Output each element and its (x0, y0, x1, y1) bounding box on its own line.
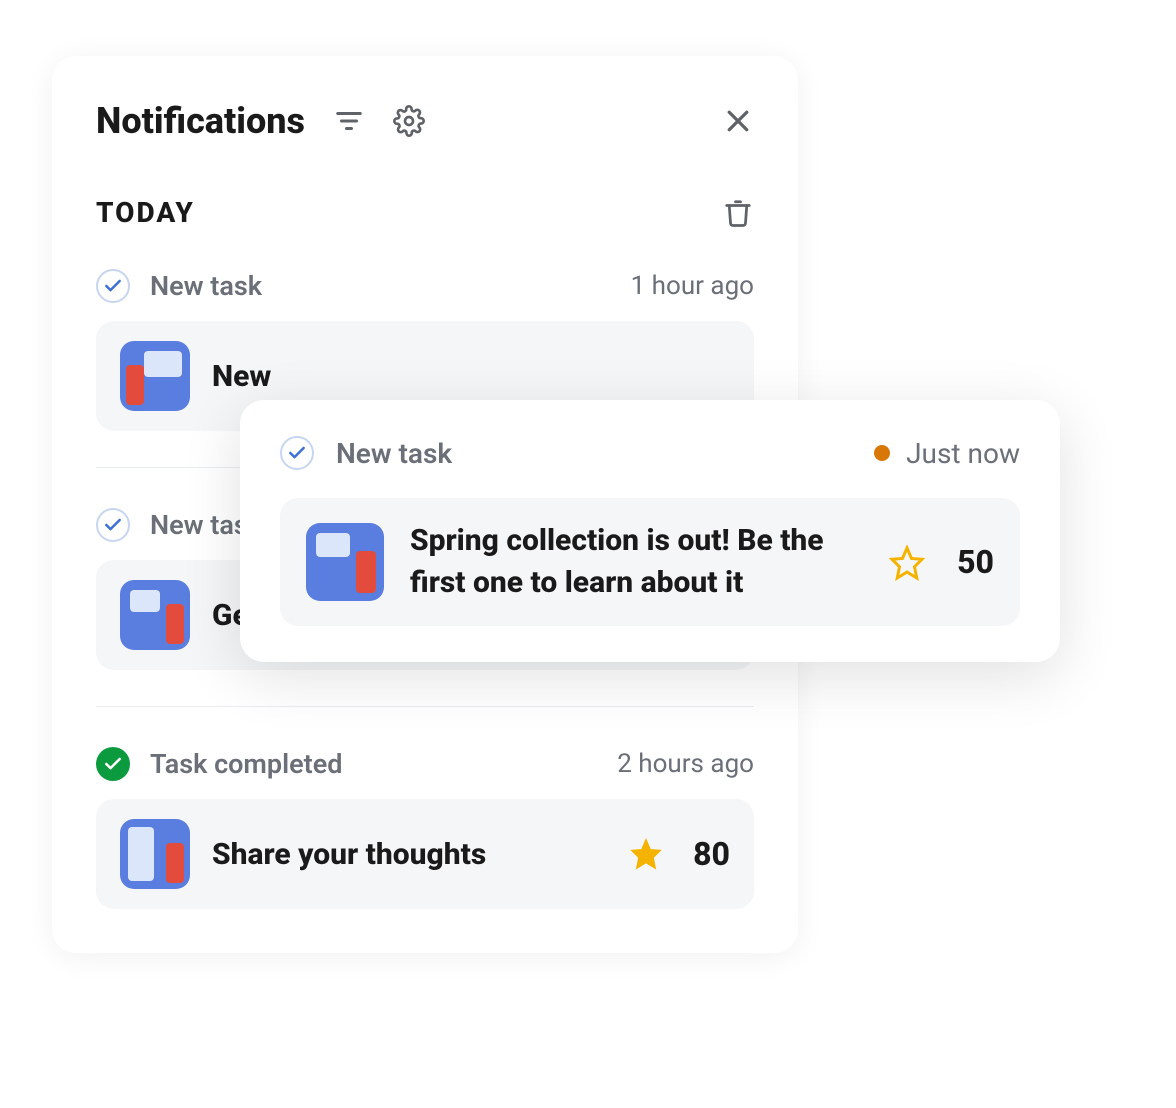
task-thumbnail (120, 341, 190, 411)
toast-time: Just now (906, 437, 1020, 470)
trash-icon[interactable] (722, 197, 754, 229)
task-title: Spring collection is out! Be the first o… (410, 520, 863, 604)
notification-time: 2 hours ago (617, 749, 754, 779)
notification-toast[interactable]: New task Just now Spring collection is o… (240, 400, 1060, 662)
gear-icon[interactable] (393, 105, 425, 137)
notification-label: Task completed (150, 748, 617, 780)
check-filled-icon (96, 747, 130, 781)
star-filled-icon (629, 837, 663, 871)
task-thumbnail (120, 580, 190, 650)
star-icon (889, 545, 923, 579)
task-title: New (212, 359, 730, 394)
task-points: 80 (693, 835, 730, 873)
toast-task-card[interactable]: Spring collection is out! Be the first o… (280, 498, 1020, 626)
toast-header: New task Just now (280, 436, 1020, 470)
filter-icon[interactable] (333, 105, 365, 137)
check-open-icon (280, 436, 314, 470)
page-title: Notifications (96, 100, 305, 142)
task-title: Share your thoughts (212, 837, 607, 872)
notification-time: 1 hour ago (631, 271, 754, 301)
check-open-icon (96, 508, 130, 542)
check-open-icon (96, 269, 130, 303)
toast-label: New task (336, 437, 874, 470)
task-card[interactable]: Share your thoughts 80 (96, 799, 754, 909)
section-label: TODAY (96, 196, 722, 229)
task-points: 50 (957, 543, 994, 581)
panel-header: Notifications (96, 100, 754, 142)
notification-item[interactable]: New task 1 hour ago (96, 269, 754, 303)
divider (96, 706, 754, 707)
close-icon[interactable] (722, 105, 754, 137)
notification-label: New task (150, 270, 631, 302)
section-row: TODAY (96, 196, 754, 229)
dot-indicator-icon (874, 445, 890, 461)
task-thumbnail (120, 819, 190, 889)
notification-item[interactable]: Task completed 2 hours ago (96, 747, 754, 781)
task-thumbnail (306, 523, 384, 601)
